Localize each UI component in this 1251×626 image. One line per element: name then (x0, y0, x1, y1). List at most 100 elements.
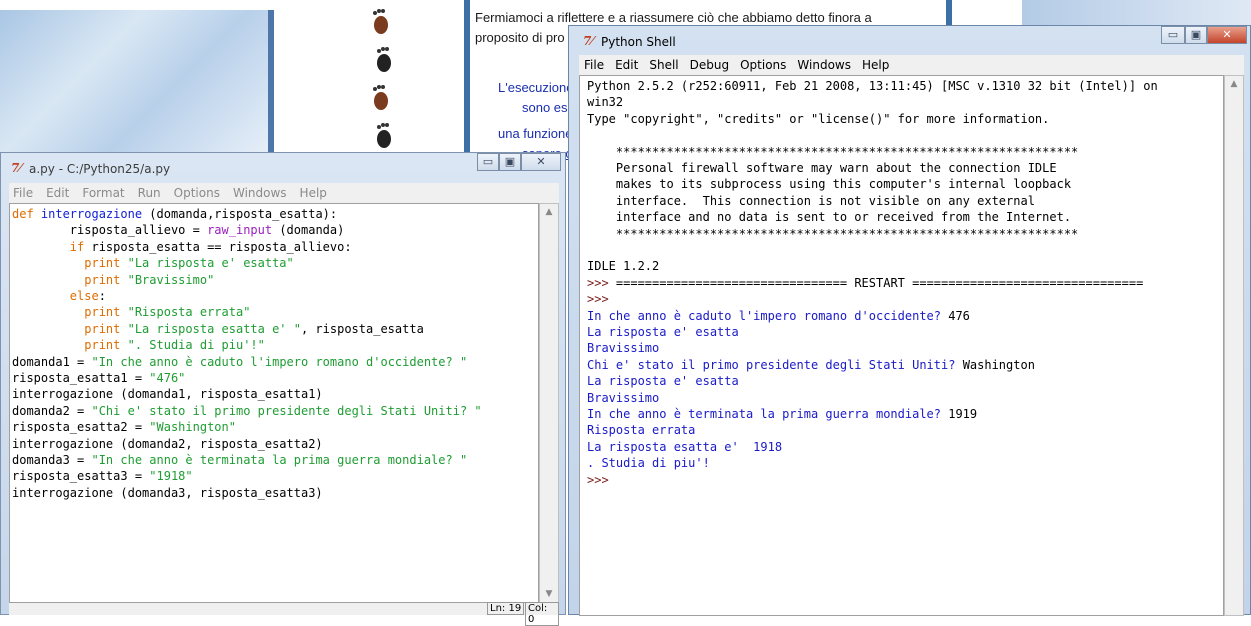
editor-window: 7⁄ a.py - C:/Python25/a.py ▭ ▣ ✕ File Edi… (0, 152, 567, 626)
window-title: Python Shell (601, 35, 676, 49)
code-token: >>> (587, 472, 609, 487)
menu-shell[interactable]: Shell (649, 58, 678, 72)
code-token: def (12, 207, 41, 221)
code-token: IDLE 1.2.2 (587, 259, 660, 274)
code-line: La risposta e' esatta (587, 373, 739, 389)
menu-debug[interactable]: Debug (690, 58, 729, 72)
code-token: : (98, 289, 106, 303)
menu-run[interactable]: Run (138, 186, 161, 200)
code-line: risposta_esatta3 = "1918" (12, 468, 193, 484)
vertical-scrollbar[interactable]: ▲ ▼ (539, 203, 559, 603)
code-token: print (12, 321, 128, 336)
menu-windows[interactable]: Windows (233, 186, 287, 200)
code-token: "476" (149, 371, 186, 385)
menu-edit[interactable]: Edit (615, 58, 638, 72)
menubar: File Edit Format Run Options Windows Help (9, 183, 559, 203)
code-line: makes to its subprocess using this compu… (587, 176, 1071, 192)
code-token: risposta_allievo = (12, 223, 208, 238)
code-line: >>> (587, 472, 609, 488)
code-line: print "Risposta errata" (12, 304, 250, 320)
code-token: win32 (587, 95, 624, 110)
code-line: La risposta esatta e' 1918 (587, 439, 782, 455)
code-token: interface and no data is sent to or rece… (587, 210, 1072, 225)
code-line: risposta_allievo = raw_input (domanda) (12, 222, 345, 238)
line-indicator: Ln: 19 (487, 602, 525, 615)
code-token: , risposta_esatta (300, 321, 424, 336)
scroll-down-arrow-icon[interactable]: ▼ (541, 586, 557, 602)
editor-titlebar[interactable]: 7⁄ a.py - C:/Python25/a.py ▭ ▣ ✕ (1, 153, 567, 183)
shell-output[interactable]: Python 2.5.2 (r252:60911, Feb 21 2008, 1… (579, 75, 1224, 616)
menu-file[interactable]: File (13, 186, 33, 200)
code-token: "Washington" (149, 420, 236, 435)
code-line: risposta_esatta2 = "Washington" (12, 419, 236, 435)
code-line: def interrogazione (domanda,risposta_esa… (12, 206, 337, 222)
text-fragment: sono ese (522, 100, 575, 115)
code-token: >>> (587, 275, 616, 290)
code-line: print "La risposta e' esatta" (12, 255, 294, 271)
code-token: print (12, 338, 128, 353)
menu-options[interactable]: Options (740, 58, 786, 72)
window-title: a.py - C:/Python25/a.py (29, 162, 171, 176)
code-line: print "Bravissimo" (12, 272, 214, 288)
background-image-panel (0, 10, 268, 160)
code-token: ================================ RESTART… (615, 275, 1144, 290)
menu-options[interactable]: Options (174, 186, 220, 200)
background-panel (1022, 0, 1251, 28)
code-line: Bravissimo (587, 340, 659, 356)
code-token: Bravissimo (587, 390, 660, 405)
code-token: print (12, 272, 128, 287)
code-token: interrogazione (40, 207, 143, 221)
code-line: In che anno è caduto l'impero romano d'o… (587, 308, 970, 324)
code-token: ****************************************… (587, 226, 1079, 241)
code-line: domanda1 = "In che anno è caduto l'imper… (12, 354, 467, 370)
menu-file[interactable]: File (584, 58, 604, 72)
close-button[interactable]: ✕ (521, 153, 561, 171)
code-line: win32 (587, 94, 623, 110)
menu-edit[interactable]: Edit (46, 186, 69, 200)
minimize-button[interactable]: ▭ (477, 153, 499, 171)
scroll-up-arrow-icon[interactable]: ▲ (1226, 76, 1242, 92)
close-button[interactable]: ✕ (1207, 26, 1247, 44)
code-token: Personal firewall software may warn abou… (587, 161, 1057, 175)
code-line: Chi e' stato il primo presidente degli S… (587, 357, 1035, 373)
code-line: print "La risposta esatta e' ", risposta… (12, 321, 424, 337)
vertical-scrollbar[interactable]: ▲ (1224, 75, 1244, 616)
code-line: interrogazione (domanda2, risposta_esatt… (12, 436, 323, 452)
shell-window: 7⁄ Python Shell ▭ ▣ ✕ File Edit Shell Debug… (568, 25, 1251, 616)
menu-help[interactable]: Help (862, 58, 889, 72)
maximize-button[interactable]: ▣ (1185, 26, 1207, 44)
minimize-button[interactable]: ▭ (1161, 26, 1185, 44)
footprint-icon (373, 9, 388, 34)
code-line: interrogazione (domanda1, risposta_esatt… (12, 386, 323, 402)
code-token: Chi e' stato il primo presidente degli S… (587, 357, 963, 372)
code-line: . Studia di piu'! (587, 455, 710, 471)
menu-format[interactable]: Format (82, 186, 124, 200)
menu-windows[interactable]: Windows (797, 58, 851, 72)
code-token: Bravissimo (587, 341, 660, 356)
code-line: print ". Studia di piu'!" (12, 337, 265, 353)
code-token: else (12, 289, 99, 303)
scroll-up-arrow-icon[interactable]: ▲ (541, 204, 557, 220)
maximize-button[interactable]: ▣ (499, 153, 521, 171)
code-editor[interactable]: def interrogazione (domanda,risposta_esa… (9, 203, 539, 603)
code-token: raw_input (207, 223, 273, 238)
code-token: In che anno è terminata la prima guerra … (587, 407, 949, 421)
code-token: "In che anno è caduto l'impero romano d'… (91, 354, 468, 369)
shell-titlebar[interactable]: 7⁄ Python Shell ▭ ▣ ✕ (569, 26, 1251, 55)
code-token: . Studia di piu'! (587, 456, 710, 471)
status-bar: Ln: 19 Col: 0 (9, 602, 559, 626)
menu-help[interactable]: Help (300, 186, 327, 200)
code-token: interface. This connection is not visibl… (587, 193, 1035, 208)
code-token: (domanda) (272, 223, 345, 238)
menubar: File Edit Shell Debug Options Windows Help (579, 55, 1244, 75)
code-token: La risposta esatta e' 1918 (587, 439, 783, 454)
code-token: Python 2.5.2 (r252:60911, Feb 21 2008, 1… (587, 79, 1158, 93)
code-token: print (12, 305, 128, 320)
code-token: risposta_esatta == risposta_allievo: (84, 239, 352, 254)
footprint-icon (377, 123, 391, 148)
code-token: domanda3 = (12, 453, 92, 467)
code-token: risposta_esatta2 = (12, 420, 150, 435)
code-token: "Risposta errata" (127, 305, 251, 320)
code-line: risposta_esatta1 = "476" (12, 370, 185, 386)
code-token: ". Studia di piu'!" (127, 338, 265, 353)
